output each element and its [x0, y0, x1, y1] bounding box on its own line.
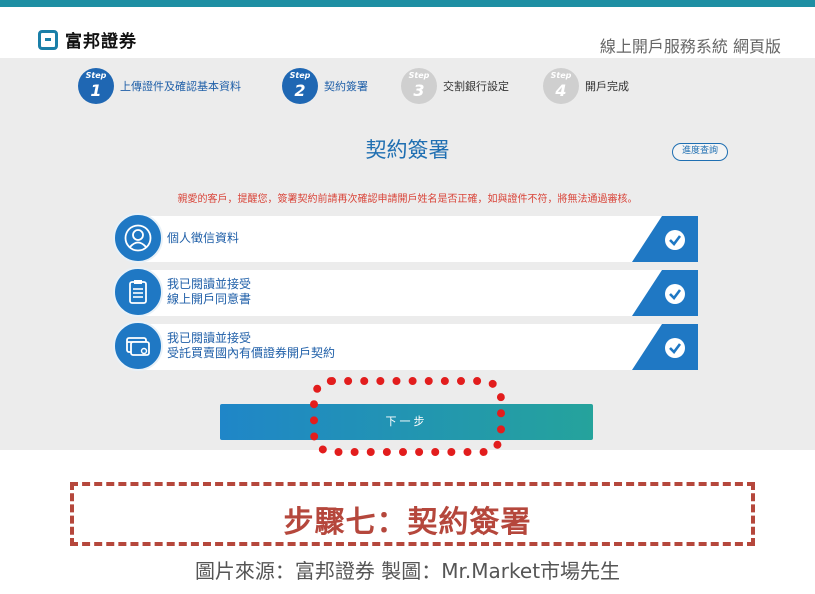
- agreement-row-brokerage-contract[interactable]: 我已閱讀並接受 受託買賣國內有價證券開戶契約: [135, 324, 698, 370]
- step-caption: 步驟七：契約簽署: [283, 505, 532, 540]
- step-4-label: 開戶完成: [585, 80, 629, 93]
- step-2: Step 2 契約簽署: [282, 68, 368, 104]
- step-1-badge: Step 1: [78, 68, 114, 104]
- step-1: Step 1 上傳證件及確認基本資料: [78, 68, 241, 104]
- agreement-label: 個人徵信資料: [167, 231, 240, 245]
- step-word: Step: [85, 71, 107, 80]
- step-number: 1: [90, 81, 102, 100]
- check-icon: [632, 216, 698, 262]
- system-title: 線上開戶服務系統 網頁版: [599, 37, 781, 56]
- step-2-badge: Step 2: [282, 68, 318, 104]
- person-icon: [113, 213, 163, 263]
- clipboard-icon: [113, 267, 163, 317]
- name-check-notice: 親愛的客戶，提醒您，簽署契約前請再次確認申請開戶姓名是否正確，如與證件不符，將無…: [177, 194, 638, 205]
- agreement-line-1: 我已閱讀並接受: [167, 277, 252, 291]
- progress-query-button[interactable]: 進度查詢: [672, 143, 728, 161]
- agreement-row-online-consent[interactable]: 我已閱讀並接受 線上開戶同意書: [135, 270, 698, 316]
- brand-logo[interactable]: 富邦證券: [38, 27, 137, 52]
- fubon-logo-icon: [38, 29, 58, 50]
- brand-name: 富邦證券: [65, 32, 137, 52]
- step-number: 4: [555, 81, 567, 100]
- step-1-label: 上傳證件及確認基本資料: [120, 80, 241, 93]
- highlight-marker: [310, 377, 505, 456]
- step-2-label: 契約簽署: [324, 80, 368, 93]
- card-icon: [113, 321, 163, 371]
- check-icon: [632, 324, 698, 370]
- step-word: Step: [289, 71, 311, 80]
- page-title: 契約簽署: [365, 138, 450, 162]
- agreement-line-2: 線上開戶同意書: [167, 292, 252, 306]
- agreement-row-credit[interactable]: 個人徵信資料: [135, 216, 698, 262]
- step-number: 3: [413, 81, 425, 100]
- step-4: Step 4 開戶完成: [543, 68, 629, 104]
- agreement-line-2: 受託買賣國內有價證券開戶契約: [167, 346, 336, 360]
- step-3: Step 3 交割銀行設定: [401, 68, 509, 104]
- step-4-badge: Step 4: [543, 68, 579, 104]
- check-icon: [632, 270, 698, 316]
- step-3-badge: Step 3: [401, 68, 437, 104]
- step-word: Step: [550, 71, 572, 80]
- agreement-label: 我已閱讀並接受 受託買賣國內有價證券開戶契約: [167, 331, 335, 361]
- site-header: 富邦證券 線上開戶服務系統 網頁版: [0, 7, 815, 58]
- agreement-label: 我已閱讀並接受 線上開戶同意書: [167, 277, 251, 307]
- step-3-label: 交割銀行設定: [443, 80, 509, 93]
- agreement-line-1: 我已閱讀並接受: [167, 331, 252, 345]
- image-source-note: 圖片來源：富邦證券 製圖：Mr.Market市場先生: [194, 559, 621, 583]
- step-number: 2: [294, 81, 306, 100]
- top-accent-bar: [0, 0, 815, 7]
- step-word: Step: [408, 71, 430, 80]
